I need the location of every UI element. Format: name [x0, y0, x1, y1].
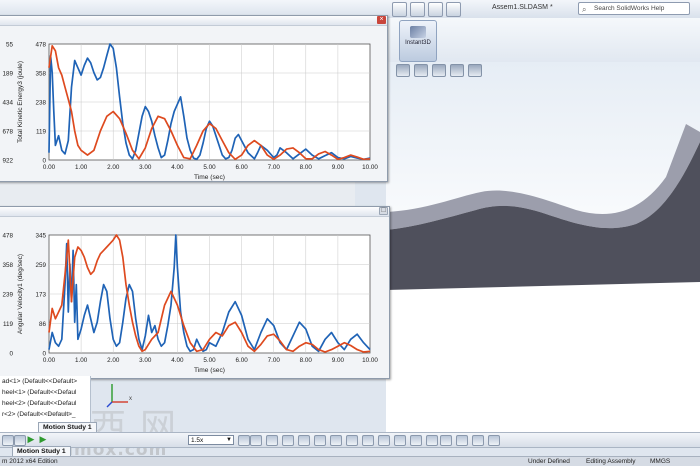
- y-tick-label: 238: [35, 100, 46, 107]
- x-tick-label: 4.00: [171, 357, 184, 364]
- motion-manager-toolbar: ▶ ▶ 1.5x ▼: [0, 432, 700, 448]
- tree-item[interactable]: heel<1> (Default<<Defaul: [0, 387, 90, 398]
- background-panel: [0, 180, 355, 207]
- help-search-placeholder: Search SolidWorks Help: [594, 5, 665, 12]
- add-key-icon[interactable]: [282, 435, 294, 446]
- x-axis-title: Time (sec): [194, 174, 225, 181]
- autokey-icon[interactable]: [266, 435, 278, 446]
- y-tick-label: 0: [42, 351, 46, 358]
- playback-speed-select[interactable]: 1.5x ▼: [188, 435, 234, 445]
- quick-access-toolbar: [392, 2, 461, 17]
- filter-results-icon[interactable]: [472, 435, 484, 446]
- y-tick-label: 345: [35, 233, 46, 240]
- angular-velocity-chart: 0.00 1.00 2.00 3.00 4.00 5.00 6.00 7.00 8.00 9.00…: [2, 233, 378, 375]
- x-tick-label: 9.00: [332, 357, 345, 364]
- x-tick-label: 10.00: [362, 357, 378, 364]
- model-view: [386, 124, 700, 290]
- x-tick-label: 1.00: [75, 164, 88, 171]
- y-tick-label-secondary: 239: [2, 292, 13, 299]
- x-tick-label: 0.00: [43, 164, 56, 171]
- y-tick-label: 0: [42, 158, 46, 165]
- kinetic-energy-chart: 0.00 1.00 2.00 3.00 4.00 5.00 6.00 7.00 8.00 9.00…: [2, 42, 378, 182]
- y-tick-label-secondary: 358: [2, 262, 13, 269]
- x-tick-label: 2.00: [107, 357, 120, 364]
- search-icon: ⌕: [582, 5, 587, 14]
- y-tick-label-secondary: 678: [2, 129, 13, 136]
- tree-item[interactable]: ad<1> (Default<<Default>: [0, 376, 90, 387]
- select-icon[interactable]: [392, 2, 407, 17]
- y-tick-label: 478: [35, 42, 46, 49]
- y-tick-label-secondary: 55: [6, 42, 14, 49]
- filter-driving-icon[interactable]: [440, 435, 452, 446]
- y-tick-label-secondary: 922: [2, 158, 13, 165]
- save-animation-icon[interactable]: [238, 435, 250, 446]
- y-axis-title: Angular Velocity1 (deg/sec): [17, 254, 24, 334]
- y-tick-label: 259: [35, 262, 46, 269]
- damper-icon[interactable]: [330, 435, 342, 446]
- zoom-to-fit-icon[interactable]: [488, 435, 500, 446]
- y-tick-label: 86: [39, 321, 47, 328]
- x-tick-label: 3.00: [139, 357, 152, 364]
- motor-icon[interactable]: [298, 435, 310, 446]
- display-style-icon[interactable]: [414, 64, 428, 77]
- spring-icon[interactable]: [314, 435, 326, 446]
- y-tick-label: 173: [35, 292, 46, 299]
- x-tick-label: 4.00: [171, 164, 184, 171]
- animation-wizard-icon[interactable]: [250, 435, 262, 446]
- x-axis-title: Time (sec): [194, 367, 225, 374]
- y-tick-label: 358: [35, 71, 46, 78]
- hide-show-icon[interactable]: [432, 64, 446, 77]
- y-tick-label-secondary: 119: [3, 321, 14, 328]
- y-tick-label-secondary: 434: [2, 100, 13, 107]
- x-tick-label: 8.00: [300, 357, 313, 364]
- x-tick-label: 6.00: [235, 357, 248, 364]
- playback-speed-value: 1.5x: [191, 437, 204, 444]
- instant3d-label: Instant3D: [405, 40, 431, 46]
- x-tick-label: 7.00: [268, 164, 281, 171]
- contact-icon[interactable]: [362, 435, 374, 446]
- force-icon[interactable]: [346, 435, 358, 446]
- results-and-plots-icon[interactable]: [394, 435, 406, 446]
- rebuild-icon[interactable]: [410, 2, 425, 17]
- instant3d-button[interactable]: Instant3D: [399, 20, 437, 62]
- plot-window-kinetic-energy[interactable]: × 0.00 1.00 2.00 3.00 4.00 5.00 6.00 7.00 8.00 9.…: [0, 15, 388, 182]
- y-tick-label-secondary: 0: [9, 351, 13, 358]
- edit-appearance-icon[interactable]: [450, 64, 464, 77]
- view-orientation-icon[interactable]: [396, 64, 410, 77]
- x-tick-label: 9.00: [332, 164, 345, 171]
- filter-animated-icon[interactable]: [426, 435, 438, 446]
- plot-window-angular-velocity[interactable]: □ 0.00 1.00 2.00 3.00 4.00 5.00 6.00 7.00 8.00 9.…: [0, 206, 390, 379]
- play-from-start-icon[interactable]: [14, 435, 26, 446]
- instant3d-icon: [410, 26, 426, 38]
- document-title: Assem1.SLDASM *: [492, 4, 553, 11]
- graphics-area[interactable]: [386, 62, 700, 440]
- file-properties-icon[interactable]: [428, 2, 443, 17]
- y-tick-label-secondary: 189: [2, 71, 13, 78]
- x-tick-label: 6.00: [235, 164, 248, 171]
- x-tick-label: 10.00: [362, 164, 378, 171]
- x-tick-label: 1.00: [75, 357, 88, 364]
- x-tick-label: 5.00: [203, 357, 216, 364]
- chevron-down-icon: ▼: [226, 437, 232, 443]
- gravity-icon[interactable]: [378, 435, 390, 446]
- x-tick-label: 8.00: [300, 164, 313, 171]
- calculate-icon[interactable]: [2, 435, 14, 446]
- x-tick-label: 2.00: [107, 164, 120, 171]
- y-tick-label-secondary: 478: [2, 233, 13, 240]
- y-axis-title: Total Kinetic Energy3 (joule): [17, 61, 24, 143]
- x-tick-label: 3.00: [139, 164, 152, 171]
- x-tick-label: 7.00: [268, 357, 281, 364]
- stop-icon[interactable]: ▶: [38, 435, 48, 444]
- help-search-input[interactable]: ⌕ Search SolidWorks Help: [578, 2, 690, 15]
- x-tick-label: 0.00: [43, 357, 56, 364]
- options-icon[interactable]: [446, 2, 461, 17]
- play-icon[interactable]: ▶: [26, 435, 36, 444]
- scene-icon[interactable]: [468, 64, 482, 77]
- heads-up-view-toolbar: [396, 64, 482, 77]
- x-tick-label: 5.00: [203, 164, 216, 171]
- y-tick-label: 119: [36, 129, 47, 136]
- motion-study-properties-icon[interactable]: [410, 435, 422, 446]
- filter-selected-icon[interactable]: [456, 435, 468, 446]
